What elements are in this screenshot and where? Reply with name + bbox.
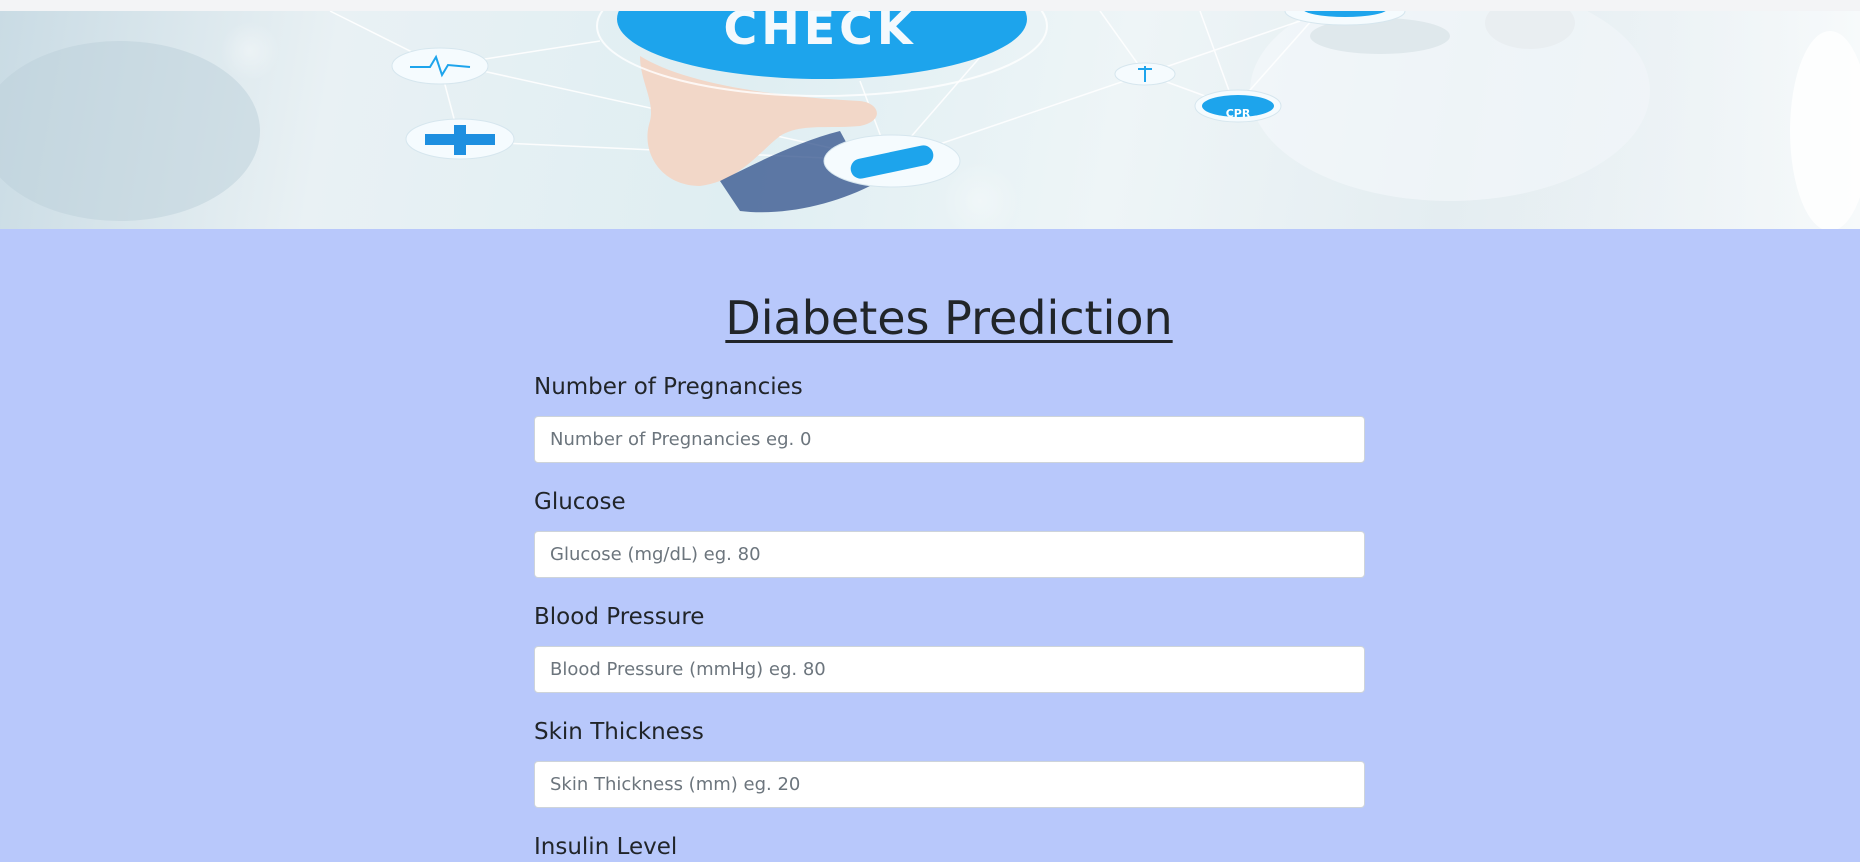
pregnancies-input[interactable] xyxy=(534,416,1365,463)
pregnancies-label: Number of Pregnancies xyxy=(534,374,803,400)
cpr-badge-text: CPR xyxy=(1225,107,1251,120)
glucose-input[interactable] xyxy=(534,531,1365,578)
hero-banner: CHECK CPR xyxy=(0,11,1860,229)
page-title: Diabetes Prediction xyxy=(725,291,1173,345)
insulin-label: Insulin Level xyxy=(534,834,678,860)
main-content: Diabetes Prediction Number of Pregnancie… xyxy=(0,229,1860,862)
blood-pressure-input[interactable] xyxy=(534,646,1365,693)
glucose-label: Glucose xyxy=(534,489,626,515)
blood-pressure-label: Blood Pressure xyxy=(534,604,705,630)
skin-thickness-label: Skin Thickness xyxy=(534,719,704,745)
check-badge-text: CHECK xyxy=(723,11,917,55)
skin-thickness-input[interactable] xyxy=(534,761,1365,808)
